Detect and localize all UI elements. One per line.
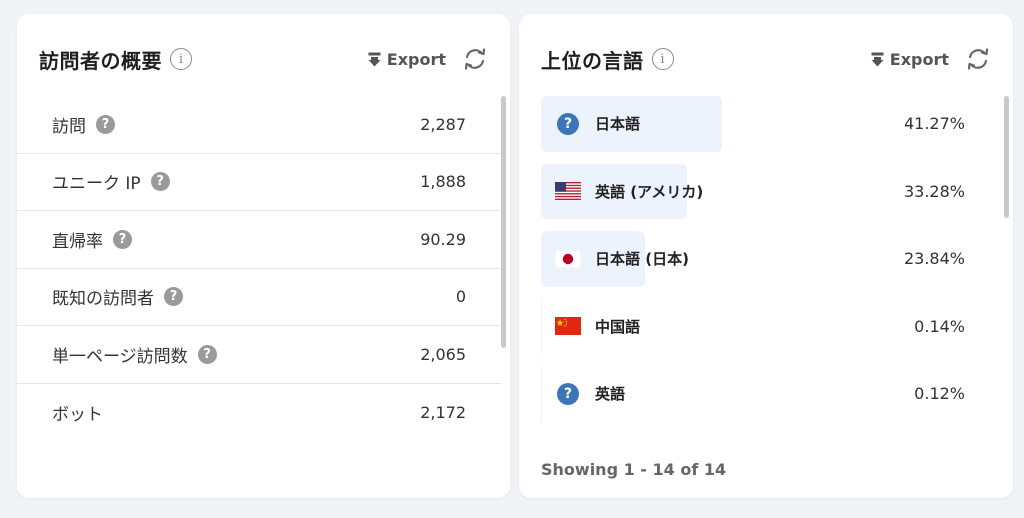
language-icon-wrap: ? [555, 112, 581, 135]
export-label: Export [386, 49, 446, 69]
language-name: 英語 [595, 385, 626, 404]
stat-value: 0 [455, 287, 466, 307]
stat-row: ボット 2,172 [17, 384, 501, 442]
language-percent: 0.14% [914, 316, 965, 336]
stat-value: 2,172 [420, 402, 466, 422]
scrollbar[interactable] [1004, 96, 1009, 218]
language-row-content: 中国語 0.14% [555, 316, 965, 337]
language-row-content: ? 日本語 41.27% [555, 112, 965, 135]
language-row[interactable]: 中国語 0.14% [541, 298, 979, 367]
scrollbar[interactable] [501, 96, 506, 348]
export-button[interactable]: Export [871, 50, 949, 69]
stat-label: ボット [52, 404, 103, 425]
language-row-content: 日本語 (日本) 23.84% [555, 248, 965, 269]
stat-row: ユニーク IP? 1,888 [17, 154, 501, 211]
language-icon-wrap [555, 249, 581, 269]
info-icon[interactable]: i [170, 48, 192, 70]
language-row[interactable]: ? 日本語 41.27% [541, 96, 979, 164]
stat-row: 単一ページ訪問数? 2,065 [17, 326, 501, 384]
language-row[interactable]: ? 英語 0.12% [541, 366, 979, 434]
visitor-stats-list: 訪問? 2,287 ユニーク IP? 1,888 直帰率? 90.29 既知の訪問者? 0 単一… [17, 96, 501, 468]
language-row[interactable]: 日本語 (日本) 23.84% [541, 231, 979, 299]
language-name: 日本語 (日本) [595, 250, 689, 269]
export-icon [871, 52, 884, 66]
export-icon [368, 52, 381, 66]
stat-value: 90.29 [420, 229, 466, 249]
help-icon[interactable]: ? [113, 229, 132, 249]
refresh-icon[interactable] [965, 46, 991, 72]
visitor-overview-title: 訪問者の概要 [39, 48, 162, 73]
top-languages-header: 上位の言語 i Export [541, 42, 991, 76]
stat-label: 単一ページ訪問数 [52, 346, 188, 367]
help-icon[interactable]: ? [150, 172, 170, 192]
japan-flag-icon [555, 249, 581, 268]
stat-row: 既知の訪問者? 0 [17, 269, 501, 326]
export-label: Export [889, 49, 949, 69]
stat-row: 直帰率? 90.29 [17, 211, 501, 269]
stat-label-wrap: 既知の訪問者? [52, 284, 183, 309]
language-name: 英語 (アメリカ) [595, 182, 704, 201]
language-name: 日本語 [595, 115, 641, 134]
question-icon: ? [557, 382, 579, 405]
language-row[interactable]: 英語 (アメリカ) 33.28% [541, 163, 979, 232]
language-row-content: 英語 (アメリカ) 33.28% [555, 181, 965, 202]
us-flag-icon [555, 182, 581, 201]
export-button[interactable]: Export [368, 50, 446, 69]
stat-label-wrap: ユニーク IP? [52, 169, 170, 194]
language-icon-wrap: ? [555, 382, 581, 405]
visitor-overview-card: 訪問者の概要 i Export 訪問? 2,287 ユニーク IP? 1,888 直帰率… [17, 14, 510, 498]
info-icon[interactable]: i [651, 48, 674, 70]
stat-value: 2,287 [420, 114, 466, 134]
question-icon: ? [557, 112, 579, 135]
stat-label-wrap: 単一ページ訪問数? [52, 342, 217, 367]
stat-label-wrap: 訪問? [52, 112, 115, 137]
languages-list: ? 日本語 41.27% 英語 (アメリカ) 33.28% 日本語 (日本) 23.84% 中… [541, 96, 979, 436]
stat-label-wrap: ボット [52, 400, 103, 425]
language-share-bar [541, 366, 542, 422]
language-name: 中国語 [595, 317, 641, 336]
visitor-overview-header: 訪問者の概要 i Export [39, 42, 488, 76]
stat-label: ユニーク IP [52, 174, 141, 195]
language-share-bar [541, 298, 542, 354]
top-languages-title: 上位の言語 [541, 48, 644, 73]
language-percent: 0.12% [914, 384, 965, 404]
stat-label-wrap: 直帰率? [52, 227, 132, 252]
pagination-info: Showing 1 - 14 of 14 [541, 460, 727, 479]
language-icon-wrap [555, 316, 581, 336]
stat-value: 2,065 [420, 344, 466, 364]
help-icon[interactable]: ? [96, 114, 115, 134]
china-flag-icon [555, 317, 581, 336]
language-percent: 41.27% [903, 114, 965, 134]
language-percent: 23.84% [903, 249, 965, 269]
stat-row: 訪問? 2,287 [17, 96, 501, 154]
language-percent: 33.28% [903, 181, 965, 201]
help-icon[interactable]: ? [197, 344, 217, 364]
stat-value: 1,888 [420, 172, 466, 192]
help-icon[interactable]: ? [164, 287, 183, 307]
top-languages-card: 上位の言語 i Export ? 日本語 41.27% 英語 (アメリカ) 33.28%… [519, 14, 1013, 498]
language-row-content: ? 英語 0.12% [555, 382, 965, 405]
stat-label: 直帰率 [52, 231, 103, 252]
stat-label: 訪問 [52, 116, 86, 137]
language-icon-wrap [555, 181, 581, 201]
stat-label: 既知の訪問者 [52, 289, 154, 310]
refresh-icon[interactable] [462, 46, 488, 72]
